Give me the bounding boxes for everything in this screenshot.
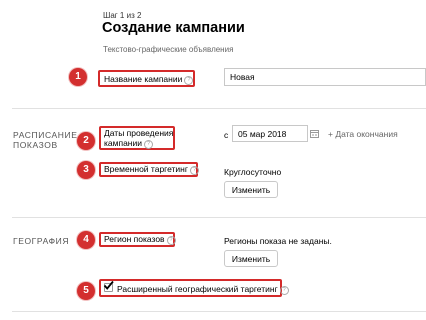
question-circle-icon[interactable]: ? (184, 76, 194, 85)
campaign-type-subtitle: Текстово-графические объявления (103, 45, 234, 54)
step-indicator: Шаг 1 из 2 (103, 11, 142, 20)
step-badge-4: 4 (77, 231, 95, 249)
start-date-value: 05 мар 2018 (238, 129, 287, 139)
question-circle-icon[interactable]: ? (166, 236, 176, 245)
campaign-name-value: Новая (230, 72, 255, 82)
extended-geo-label-text: Расширенный географический таргетинг (117, 284, 278, 294)
targeting-value: Круглосуточно (224, 167, 282, 177)
question-circle-icon[interactable]: ? (189, 166, 199, 175)
extended-geo-label: Расширенный географический таргетинг? (117, 284, 289, 295)
add-end-date-link[interactable]: + Дата окончания (328, 129, 398, 139)
campaign-name-label-text: Название кампании (104, 74, 183, 84)
step-badge-3: 3 (77, 161, 95, 179)
section-schedule-label: РАСПИСАНИЕ ПОКАЗОВ (13, 130, 78, 150)
date-from-prefix: с (224, 130, 229, 140)
regions-label: Регион показов? (104, 234, 176, 245)
regions-label-text: Регион показов (104, 234, 165, 244)
page-title: Создание кампании (102, 20, 245, 36)
change-targeting-button[interactable]: Изменить (224, 181, 278, 198)
step-badge-5: 5 (77, 282, 95, 300)
question-circle-icon[interactable]: ? (144, 140, 153, 149)
question-circle-icon[interactable]: ? (279, 286, 289, 295)
calendar-icon[interactable] (310, 129, 319, 138)
section-divider (12, 311, 426, 312)
section-divider (12, 108, 426, 109)
targeting-label: Временной таргетинг? (104, 164, 199, 175)
change-regions-button[interactable]: Изменить (224, 250, 278, 267)
checkmark-icon (103, 280, 114, 290)
campaign-name-label: Название кампании? (104, 74, 194, 85)
section-geography-label: ГЕОГРАФИЯ (13, 236, 70, 246)
regions-value: Регионы показа не заданы. (224, 236, 332, 246)
targeting-label-text: Временной таргетинг (104, 164, 188, 174)
step-badge-2: 2 (77, 132, 95, 150)
step-badge-1: 1 (69, 68, 87, 86)
section-divider (12, 217, 426, 218)
start-date-input[interactable]: 05 мар 2018 (232, 125, 308, 142)
dates-label-text: Даты проведения кампании (104, 128, 174, 148)
dates-label: Даты проведения кампании? (104, 128, 174, 149)
campaign-name-input[interactable]: Новая (224, 68, 426, 86)
